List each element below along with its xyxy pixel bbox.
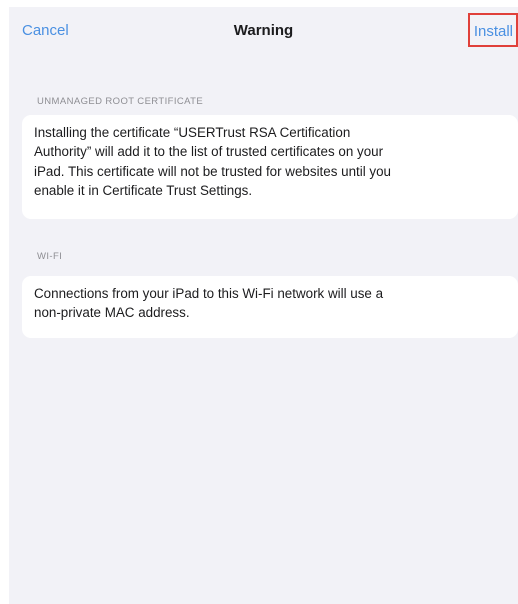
install-button[interactable]: Install xyxy=(467,13,518,47)
message-line: enable it in Certificate Trust Settings. xyxy=(34,183,253,199)
message-line: Installing the certificate “USERTrust RS… xyxy=(34,125,351,140)
message-line: Connections from your iPad to this Wi-Fi… xyxy=(34,286,384,301)
warning-sheet: Cancel Warning Install UNMANAGED ROOT CE… xyxy=(9,7,518,604)
wifi-message: Connections from your iPad to this Wi-Fi… xyxy=(22,276,518,338)
page-title: Warning xyxy=(233,22,294,39)
section-header-root-certificate: UNMANAGED ROOT CERTIFICATE xyxy=(37,96,204,107)
section-header-wifi: WI-FI xyxy=(37,251,63,262)
message-line: non-private MAC address. xyxy=(34,305,190,321)
navigation-bar: Cancel Warning Install xyxy=(9,7,518,55)
root-certificate-message: Installing the certificate “USERTrust RS… xyxy=(22,115,518,219)
message-line: Authority” will add it to the list of tr… xyxy=(34,144,384,160)
message-line: iPad. This certificate will not be trust… xyxy=(34,163,392,179)
